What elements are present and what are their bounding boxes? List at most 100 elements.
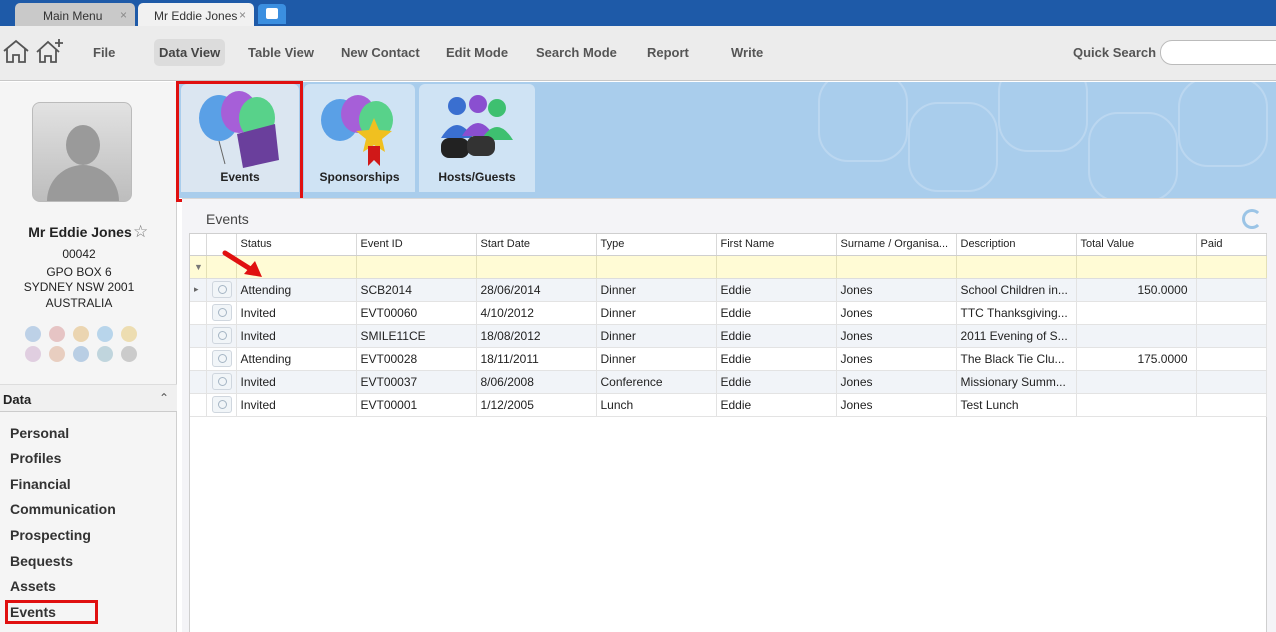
- filter-cell[interactable]: [1196, 255, 1267, 279]
- menu-file[interactable]: File: [93, 45, 115, 60]
- cell-type[interactable]: Lunch: [596, 393, 717, 417]
- sidebar-item-personal[interactable]: Personal: [10, 425, 69, 441]
- column-header-type[interactable]: Type: [596, 234, 717, 256]
- cell-status[interactable]: Invited: [236, 370, 357, 394]
- view-record-button[interactable]: [206, 324, 237, 348]
- cell-start-date[interactable]: 1/12/2005: [476, 393, 597, 417]
- column-header-first-name[interactable]: First Name: [716, 234, 837, 256]
- column-header-paid[interactable]: Paid: [1196, 234, 1267, 256]
- table-row[interactable]: Invited EVT00037 8/06/2008 Conference Eddie J…: [190, 370, 1267, 394]
- cell-type[interactable]: Dinner: [596, 278, 717, 302]
- cell-start-date[interactable]: 18/11/2011: [476, 347, 597, 371]
- cell-start-date[interactable]: 4/10/2012: [476, 301, 597, 325]
- filter-cell[interactable]: [716, 255, 837, 279]
- cell-surname[interactable]: Jones: [836, 393, 957, 417]
- close-icon[interactable]: ×: [239, 8, 246, 22]
- column-header-surname[interactable]: Surname / Organisa...: [836, 234, 957, 256]
- view-record-button[interactable]: [206, 347, 237, 371]
- cell-first-name[interactable]: Eddie: [716, 301, 837, 325]
- favourite-star-icon[interactable]: ☆: [133, 222, 148, 242]
- new-tab-button[interactable]: [258, 4, 286, 24]
- collapse-icon[interactable]: ⌃: [159, 391, 169, 405]
- view-record-button[interactable]: [206, 393, 237, 417]
- column-header-event-id[interactable]: Event ID: [356, 234, 477, 256]
- cell-surname[interactable]: Jones: [836, 324, 957, 348]
- avatar[interactable]: [32, 102, 132, 202]
- view-record-button[interactable]: [206, 370, 237, 394]
- cell-event-id[interactable]: EVT00037: [356, 370, 477, 394]
- cell-event-id[interactable]: SMILE11CE: [356, 324, 477, 348]
- filter-cell[interactable]: [476, 255, 597, 279]
- home-icon[interactable]: [1, 38, 31, 64]
- table-row[interactable]: Invited EVT00001 1/12/2005 Lunch Eddie Jones T…: [190, 393, 1267, 417]
- cell-first-name[interactable]: Eddie: [716, 370, 837, 394]
- table-row[interactable]: Invited EVT00060 4/10/2012 Dinner Eddie Jones…: [190, 301, 1267, 325]
- filter-cell[interactable]: [836, 255, 957, 279]
- cell-paid[interactable]: [1196, 301, 1267, 325]
- feature-tab-sponsorships[interactable]: Sponsorships: [304, 84, 415, 192]
- cell-start-date[interactable]: 8/06/2008: [476, 370, 597, 394]
- cell-first-name[interactable]: Eddie: [716, 278, 837, 302]
- table-row[interactable]: Invited SMILE11CE 18/08/2012 Dinner Eddie Jon…: [190, 324, 1267, 348]
- cell-total-value[interactable]: 175.0000: [1076, 347, 1197, 371]
- add-home-icon[interactable]: [35, 38, 65, 64]
- view-record-button[interactable]: [206, 301, 237, 325]
- cell-total-value[interactable]: 150.0000: [1076, 278, 1197, 302]
- column-header-total-value[interactable]: Total Value: [1076, 234, 1197, 256]
- cell-description[interactable]: Test Lunch: [956, 393, 1077, 417]
- tab-contact[interactable]: Mr Eddie Jones ×: [138, 3, 254, 26]
- cell-type[interactable]: Dinner: [596, 301, 717, 325]
- cell-status[interactable]: Invited: [236, 324, 357, 348]
- sidebar-item-profiles[interactable]: Profiles: [10, 450, 61, 466]
- menu-search-mode[interactable]: Search Mode: [536, 45, 617, 60]
- cell-event-id[interactable]: EVT00028: [356, 347, 477, 371]
- cell-paid[interactable]: [1196, 393, 1267, 417]
- cell-first-name[interactable]: Eddie: [716, 324, 837, 348]
- cell-surname[interactable]: Jones: [836, 347, 957, 371]
- menu-write[interactable]: Write: [731, 45, 763, 60]
- menu-table-view[interactable]: Table View: [248, 45, 314, 60]
- column-header-start-date[interactable]: Start Date: [476, 234, 597, 256]
- cell-paid[interactable]: [1196, 347, 1267, 371]
- view-record-button[interactable]: [206, 278, 237, 302]
- filter-cell[interactable]: [956, 255, 1077, 279]
- menu-report[interactable]: Report: [647, 45, 689, 60]
- feature-tab-hosts-guests[interactable]: Hosts/Guests: [419, 84, 535, 192]
- sidebar-item-financial[interactable]: Financial: [10, 476, 71, 492]
- cell-status[interactable]: Invited: [236, 393, 357, 417]
- cell-status[interactable]: Attending: [236, 278, 357, 302]
- table-row[interactable]: Attending EVT00028 18/11/2011 Dinner Eddie Jo…: [190, 347, 1267, 371]
- sidebar-item-bequests[interactable]: Bequests: [10, 553, 73, 569]
- cell-paid[interactable]: [1196, 278, 1267, 302]
- cell-status[interactable]: Invited: [236, 301, 357, 325]
- cell-event-id[interactable]: EVT00060: [356, 301, 477, 325]
- table-row[interactable]: ▸ Attending SCB2014 28/06/2014 Dinner Eddie Jo…: [190, 278, 1267, 302]
- cell-total-value[interactable]: [1076, 301, 1197, 325]
- filter-cell[interactable]: [596, 255, 717, 279]
- cell-description[interactable]: School Children in...: [956, 278, 1077, 302]
- cell-description[interactable]: 2011 Evening of S...: [956, 324, 1077, 348]
- cell-total-value[interactable]: [1076, 393, 1197, 417]
- cell-event-id[interactable]: SCB2014: [356, 278, 477, 302]
- cell-status[interactable]: Attending: [236, 347, 357, 371]
- cell-surname[interactable]: Jones: [836, 278, 957, 302]
- cell-paid[interactable]: [1196, 324, 1267, 348]
- cell-description[interactable]: TTC Thanksgiving...: [956, 301, 1077, 325]
- cell-description[interactable]: The Black Tie Clu...: [956, 347, 1077, 371]
- cell-surname[interactable]: Jones: [836, 301, 957, 325]
- cell-type[interactable]: Conference: [596, 370, 717, 394]
- cell-first-name[interactable]: Eddie: [716, 347, 837, 371]
- filter-cell[interactable]: [1076, 255, 1197, 279]
- quick-search-input[interactable]: [1160, 40, 1276, 65]
- cell-type[interactable]: Dinner: [596, 324, 717, 348]
- sidebar-item-prospecting[interactable]: Prospecting: [10, 527, 91, 543]
- menu-data-view[interactable]: Data View: [154, 39, 226, 66]
- filter-cell[interactable]: [356, 255, 477, 279]
- cell-total-value[interactable]: [1076, 370, 1197, 394]
- column-header-description[interactable]: Description: [956, 234, 1077, 256]
- cell-start-date[interactable]: 28/06/2014: [476, 278, 597, 302]
- cell-type[interactable]: Dinner: [596, 347, 717, 371]
- cell-description[interactable]: Missionary Summ...: [956, 370, 1077, 394]
- sidebar-item-assets[interactable]: Assets: [10, 578, 56, 594]
- sidebar-item-communication[interactable]: Communication: [10, 501, 116, 517]
